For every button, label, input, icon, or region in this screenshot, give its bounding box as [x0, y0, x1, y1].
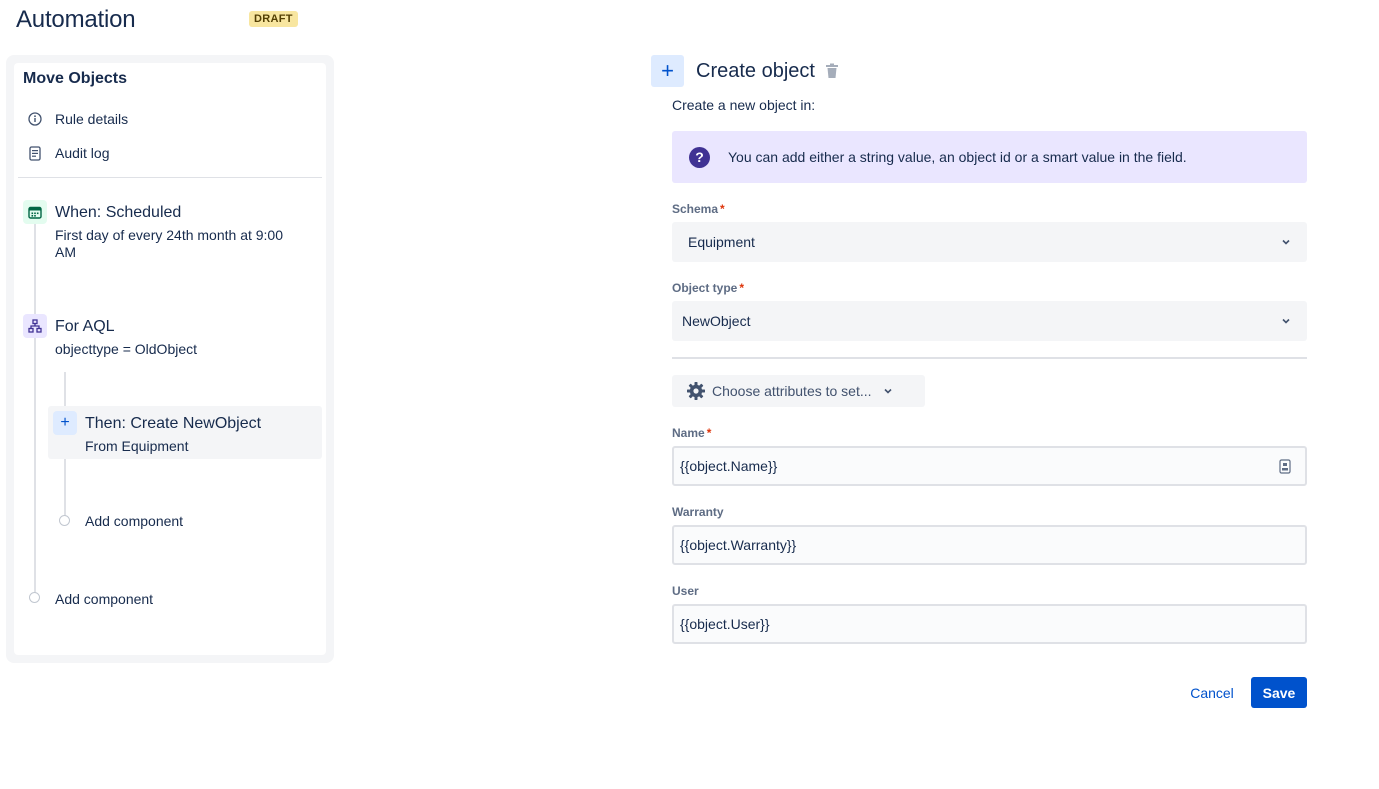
action-step-sub: From Equipment — [85, 438, 189, 454]
sidebar-divider — [18, 177, 322, 178]
object-type-value: NewObject — [682, 313, 751, 329]
page-title: Automation — [16, 6, 136, 33]
action-step-title[interactable]: Then: Create NewObject — [85, 415, 261, 433]
add-component-dot-outer — [29, 592, 40, 603]
question-icon: ? — [689, 146, 710, 168]
nav-audit-log-label: Audit log — [55, 145, 110, 161]
trash-icon[interactable] — [825, 63, 839, 79]
trigger-step-sub-1: First day of every 24th month at 9:00 — [55, 227, 284, 243]
chevron-down-icon — [1282, 239, 1290, 245]
trigger-step-title[interactable]: When: Scheduled — [55, 204, 181, 222]
user-value: {{object.User}} — [680, 616, 770, 632]
schema-value: Equipment — [688, 234, 755, 250]
cancel-button[interactable]: Cancel — [1180, 677, 1244, 709]
branch-step-sub: objecttype = OldObject — [55, 341, 198, 357]
choose-attributes-button[interactable]: Choose attributes to set... — [672, 375, 925, 407]
draft-badge: DRAFT — [249, 11, 298, 27]
warranty-value: {{object.Warranty}} — [680, 537, 797, 553]
warranty-label: Warranty — [672, 505, 724, 519]
object-type-select[interactable]: NewObject — [672, 301, 1307, 341]
smart-value-icon[interactable] — [1279, 459, 1291, 474]
create-object-icon: + — [651, 55, 684, 87]
branch-icon — [23, 314, 47, 338]
choose-attributes-label: Choose attributes to set... — [712, 383, 872, 399]
add-component-outer[interactable]: Add component — [55, 591, 153, 607]
nav-audit-log[interactable]: Audit log — [27, 143, 109, 163]
intro-text: Create a new object in: — [672, 97, 816, 113]
rule-name: Move Objects — [23, 70, 128, 87]
nav-rule-details[interactable]: Rule details — [27, 109, 128, 129]
info-icon — [27, 111, 43, 127]
user-label: User — [672, 584, 699, 598]
name-value: {{object.Name}} — [680, 458, 778, 474]
plus-icon: + — [53, 411, 77, 435]
user-input[interactable]: {{object.User}} — [672, 604, 1307, 644]
trigger-step-sub-2: AM — [55, 244, 76, 260]
timeline-line-main — [34, 224, 36, 598]
schema-label: Schema * — [672, 202, 725, 216]
info-banner: ? You can add either a string value, an … — [672, 131, 1307, 183]
schema-select[interactable]: Equipment — [672, 222, 1307, 262]
add-component-inner[interactable]: Add component — [85, 513, 183, 529]
chevron-down-icon — [883, 388, 892, 394]
document-icon — [27, 145, 43, 161]
branch-step-title[interactable]: For AQL — [55, 318, 115, 336]
add-component-dot-inner — [59, 515, 70, 526]
name-label: Name * — [672, 426, 712, 440]
object-type-label: Object type * — [672, 281, 745, 295]
warranty-input[interactable]: {{object.Warranty}} — [672, 525, 1307, 565]
info-text: You can add either a string value, an ob… — [728, 149, 1187, 165]
chevron-down-icon — [1282, 318, 1290, 324]
gear-icon — [687, 382, 705, 400]
save-button[interactable]: Save — [1251, 677, 1307, 708]
section-divider — [672, 357, 1307, 359]
panel-title: Create object — [696, 60, 815, 82]
nav-rule-details-label: Rule details — [55, 111, 129, 127]
calendar-icon — [23, 200, 47, 224]
name-input[interactable]: {{object.Name}} — [672, 446, 1307, 486]
